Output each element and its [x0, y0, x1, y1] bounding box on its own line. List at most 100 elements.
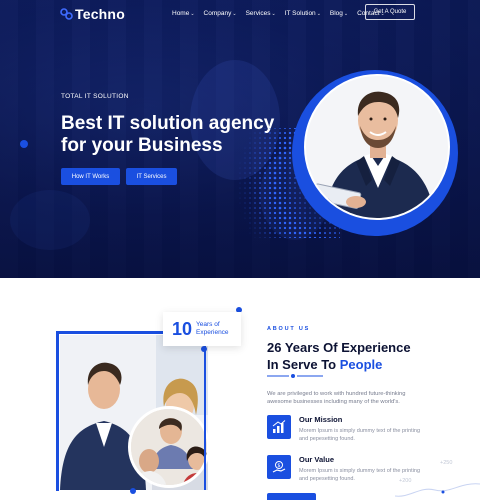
halftone-dot	[244, 157, 246, 159]
halftone-dot	[279, 232, 281, 234]
halftone-dot	[313, 236, 317, 238]
halftone-dot	[254, 207, 256, 209]
nav-item-home[interactable]: Home ⌄	[172, 10, 195, 17]
halftone-dot	[278, 216, 282, 220]
halftone-dot	[268, 201, 272, 205]
halftone-dot	[259, 152, 261, 154]
chevron-down-icon: ⌄	[232, 10, 237, 17]
halftone-dot	[254, 217, 256, 219]
halftone-dot	[269, 237, 271, 238]
halftone-dot	[259, 207, 261, 209]
about-cta-button[interactable]	[267, 493, 316, 500]
halftone-dot	[283, 141, 287, 145]
halftone-dot	[264, 202, 266, 204]
halftone-dot	[264, 217, 266, 219]
hero-title-line: for your Business	[61, 135, 223, 156]
halftone-dot	[278, 161, 282, 165]
halftone-dot	[259, 212, 261, 214]
halftone-dot	[239, 167, 241, 169]
halftone-dot	[274, 142, 276, 144]
halftone-dot	[269, 128, 271, 129]
halftone-dot	[244, 152, 246, 154]
halftone-dot	[264, 167, 266, 169]
money-hand-icon: $	[267, 455, 291, 479]
halftone-dot	[289, 187, 291, 189]
it-services-button[interactable]: IT Services	[126, 168, 177, 185]
halftone-dot	[288, 211, 292, 215]
about-title-line: In Serve To	[267, 357, 340, 372]
halftone-dot	[309, 222, 311, 224]
halftone-dot	[318, 236, 322, 238]
halftone-dot	[259, 187, 261, 189]
halftone-dot	[264, 222, 266, 224]
halftone-dot	[283, 206, 287, 210]
title-underline-decor	[267, 374, 323, 378]
halftone-dot	[283, 226, 287, 230]
halftone-dot	[328, 236, 332, 238]
halftone-dot	[293, 236, 297, 238]
halftone-dot	[244, 207, 246, 209]
halftone-dot	[279, 128, 281, 129]
halftone-dot	[278, 226, 282, 230]
halftone-dot	[254, 132, 256, 134]
halftone-dot	[239, 182, 241, 184]
halftone-dot	[319, 217, 321, 219]
decor-dot	[378, 228, 384, 234]
halftone-dot	[298, 221, 302, 225]
halftone-dot	[304, 222, 306, 224]
about-title: 26 Years Of Experience In Serve To Peopl…	[267, 339, 467, 373]
halftone-dot	[283, 181, 287, 185]
halftone-dot	[249, 152, 251, 154]
halftone-dot	[283, 221, 287, 225]
nav-item-blog[interactable]: Blog ⌄	[330, 10, 348, 17]
halftone-dot	[264, 192, 266, 194]
halftone-dot	[254, 232, 256, 234]
halftone-dot	[293, 226, 297, 230]
halftone-dot	[288, 216, 292, 220]
halftone-dot	[288, 236, 292, 238]
halftone-dot	[289, 202, 291, 204]
halftone-dot	[314, 222, 316, 224]
halftone-dot	[278, 136, 282, 140]
halftone-dot	[244, 197, 246, 199]
decor-dot	[201, 346, 207, 352]
halftone-dot	[259, 222, 261, 224]
halftone-dot	[299, 192, 301, 194]
halftone-dot	[264, 207, 266, 209]
chevron-down-icon: ⌄	[190, 10, 195, 17]
halftone-dot	[268, 191, 272, 195]
halftone-dot	[319, 227, 321, 229]
halftone-dot	[309, 207, 311, 209]
nav-item-services[interactable]: Services ⌄	[246, 10, 276, 17]
halftone-dot	[288, 146, 292, 150]
halftone-dot	[259, 162, 261, 164]
halftone-dot	[338, 236, 340, 238]
halftone-dot	[309, 217, 311, 219]
halftone-dot	[273, 196, 277, 200]
halftone-dot	[278, 181, 282, 185]
halftone-dot	[273, 156, 277, 160]
halftone-dot	[259, 202, 261, 204]
halftone-dot	[264, 172, 266, 174]
hero-eyebrow: TOTAL IT SOLUTION	[61, 93, 129, 100]
halftone-dot	[269, 232, 271, 234]
nav-item-company[interactable]: Company ⌄	[204, 10, 237, 17]
logo[interactable]: Techno	[60, 6, 125, 22]
halftone-dot	[304, 212, 306, 214]
get-quote-button[interactable]: Get A Quote	[365, 4, 415, 20]
halftone-dot	[254, 177, 256, 179]
halftone-dot	[254, 227, 256, 229]
nav-item-it-solution[interactable]: IT Solution ⌄	[285, 10, 321, 17]
halftone-dot	[264, 197, 266, 199]
halftone-dot	[288, 221, 292, 225]
halftone-dot	[249, 162, 251, 164]
halftone-dot	[278, 176, 282, 180]
halftone-dot	[264, 212, 266, 214]
halftone-dot	[314, 217, 316, 219]
how-it-works-button[interactable]: How IT Works	[61, 168, 120, 185]
halftone-dot	[294, 212, 296, 214]
halftone-dot	[283, 231, 287, 235]
halftone-dot	[339, 232, 340, 234]
decor-vertical-line	[204, 344, 206, 490]
halftone-dot	[274, 222, 276, 224]
